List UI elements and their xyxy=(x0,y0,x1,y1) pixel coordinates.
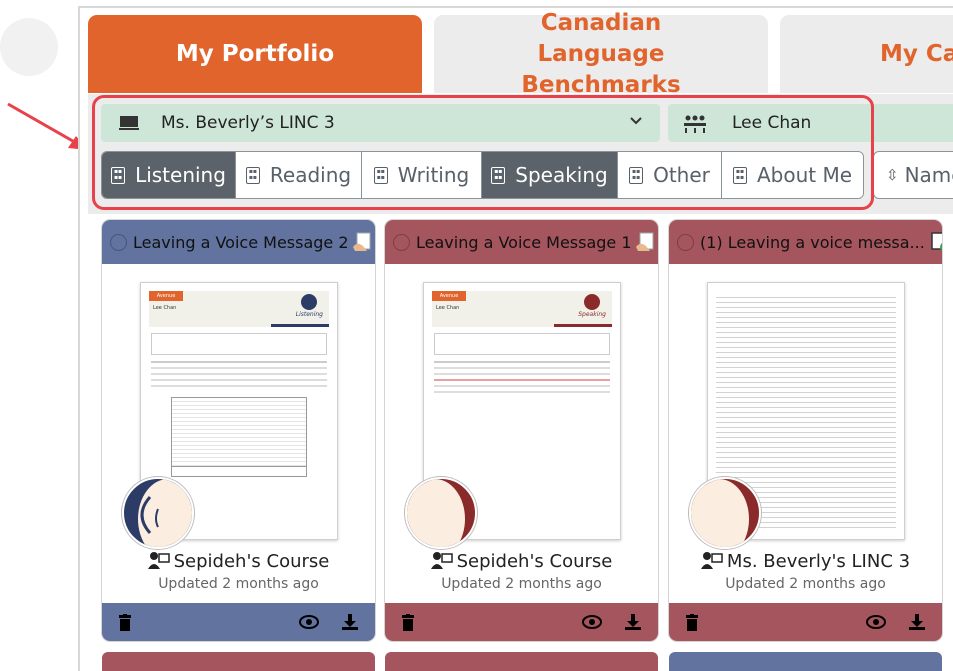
skill-label: Other xyxy=(653,163,710,187)
card-title: Leaving a Voice Message 2 xyxy=(133,232,349,252)
skill-label: Writing xyxy=(397,163,470,187)
delete-icon[interactable] xyxy=(685,613,699,631)
card-header: (1) Leaving a voice messa... xyxy=(669,220,942,264)
select-radio[interactable] xyxy=(677,233,694,251)
skill-filter-other[interactable]: ▪▪ ▪▪ Other xyxy=(618,152,722,198)
view-eye-icon[interactable] xyxy=(299,615,319,629)
select-radio[interactable] xyxy=(110,233,127,251)
thumb-brand: Avenue xyxy=(149,291,183,301)
select-radio[interactable] xyxy=(393,233,410,251)
sort-icon: ⇳ xyxy=(886,166,899,184)
speaking-avatar-icon xyxy=(405,477,477,549)
skill-filter-about-me[interactable]: ▪▪ ▪▪ About Me xyxy=(722,152,863,198)
classroom-icon xyxy=(119,116,139,130)
document-icon: ▪▪ ▪▪ xyxy=(245,166,260,184)
teacher-icon xyxy=(430,552,453,569)
course-select[interactable]: Ms. Beverly’s LINC 3 xyxy=(101,104,660,142)
skill-filter-writing[interactable]: ▪▪ ▪▪ Writing xyxy=(362,152,482,198)
card-footer xyxy=(669,603,942,641)
tab-label: Canadian Language Benchmarks xyxy=(521,9,681,98)
thumb-brand: Avenue xyxy=(432,291,466,301)
next-card-peek xyxy=(102,652,375,671)
teacher-icon xyxy=(147,552,170,569)
skill-filter-group: ▪▪ ▪▪ Listening ▪▪ ▪▪ Reading ▪▪ ▪▪ Writing ▪▪… xyxy=(101,151,864,199)
thumb-student: Lee Chan xyxy=(436,305,460,311)
card-updated: Updated 2 months ago xyxy=(441,576,602,592)
card-footer xyxy=(102,603,375,641)
download-icon[interactable] xyxy=(624,613,642,631)
card-course: Sepideh's Course xyxy=(102,551,375,572)
portfolio-card[interactable]: Leaving a Voice Message 2 Avenue Lee Cha… xyxy=(102,220,375,641)
thumb-skill: Listening xyxy=(295,311,323,318)
chevron-down-icon xyxy=(630,117,642,125)
thumb-student: Lee Chan xyxy=(153,305,177,311)
document-icon: ▪▪ ▪▪ xyxy=(111,166,126,184)
student-select-value: Lee Chan xyxy=(732,113,812,133)
document-icon: ▪▪ ▪▪ xyxy=(732,166,747,184)
background-logo-circle xyxy=(0,18,58,76)
tab-my-portfolio[interactable]: My Portfolio xyxy=(88,15,422,93)
tab-canadian-language-benchmarks[interactable]: Canadian Language Benchmarks xyxy=(434,10,768,98)
card-course-name: Sepideh's Course xyxy=(173,551,330,572)
document-icon: ▪▪ ▪▪ xyxy=(491,166,506,184)
portfolio-card[interactable]: (1) Leaving a voice messa... Ms. Beverly… xyxy=(669,220,942,641)
card-course-name: Ms. Beverly's LINC 3 xyxy=(726,551,911,572)
listening-avatar-icon xyxy=(122,477,194,549)
card-course: Ms. Beverly's LINC 3 xyxy=(669,551,942,572)
hand-paper-icon xyxy=(352,232,371,251)
next-card-peek xyxy=(385,652,658,671)
card-header: Leaving a Voice Message 1 xyxy=(385,220,658,264)
delete-icon[interactable] xyxy=(401,613,415,631)
download-icon[interactable] xyxy=(341,613,359,631)
skill-filter-speaking[interactable]: ▪▪ ▪▪ Speaking xyxy=(482,152,618,198)
portfolio-card[interactable]: Leaving a Voice Message 1 Avenue Lee Cha… xyxy=(385,220,658,641)
speaking-avatar-icon xyxy=(689,477,761,549)
document-icon: ▪▪ ▪▪ xyxy=(373,166,388,184)
course-select-value: Ms. Beverly’s LINC 3 xyxy=(161,113,335,133)
card-header: Leaving a Voice Message 2 xyxy=(102,220,375,264)
student-select[interactable]: Lee Chan xyxy=(668,104,953,142)
thumb-skill: Speaking xyxy=(578,311,606,318)
card-updated: Updated 2 months ago xyxy=(158,576,319,592)
document-icon: ▪▪ ▪▪ xyxy=(629,166,644,184)
tab-my-ca[interactable]: My Ca xyxy=(780,15,953,93)
view-eye-icon[interactable] xyxy=(582,615,602,629)
card-course-name: Sepideh's Course xyxy=(456,551,613,572)
download-icon[interactable] xyxy=(908,613,926,631)
skill-filter-listening[interactable]: ▪▪ ▪▪ Listening xyxy=(102,152,236,198)
card-title: Leaving a Voice Message 1 xyxy=(416,232,632,252)
skill-label: About Me xyxy=(756,163,853,187)
next-card-peek xyxy=(669,652,942,671)
skill-filter-reading[interactable]: ▪▪ ▪▪ Reading xyxy=(236,152,362,198)
skill-label: Reading xyxy=(269,163,352,187)
teacher-icon xyxy=(700,552,723,569)
card-updated: Updated 2 months ago xyxy=(725,576,886,592)
sort-label: Name xyxy=(904,163,953,187)
sort-by-name-button[interactable]: ⇳ Name xyxy=(873,151,953,199)
tab-label: My Ca xyxy=(880,40,953,67)
view-eye-icon[interactable] xyxy=(866,615,886,629)
skill-label: Listening xyxy=(135,163,226,187)
hand-paper-icon xyxy=(635,232,654,251)
document-check-icon xyxy=(931,232,942,252)
card-footer xyxy=(385,603,658,641)
card-course: Sepideh's Course xyxy=(385,551,658,572)
delete-icon[interactable] xyxy=(118,613,132,631)
tab-label: My Portfolio xyxy=(175,40,335,67)
skill-label: Speaking xyxy=(515,163,608,187)
students-group-icon xyxy=(684,115,706,133)
card-title: (1) Leaving a voice messa... xyxy=(700,232,925,252)
